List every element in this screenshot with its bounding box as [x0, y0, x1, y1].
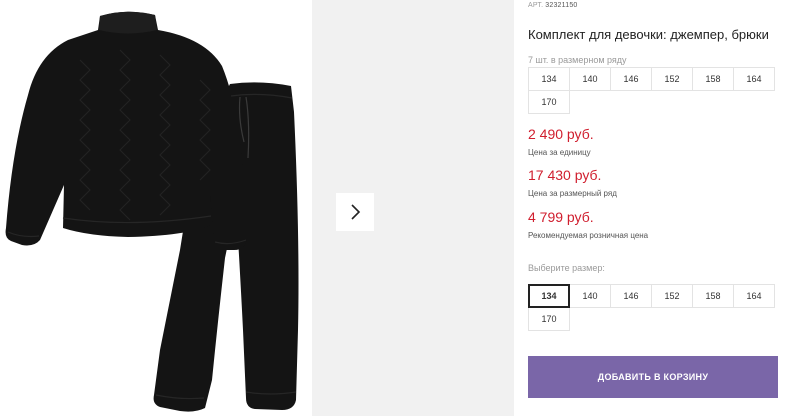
size-option[interactable]: 158 [692, 284, 734, 308]
size-picker: 134 140 146 152 158 164 170 [528, 284, 780, 331]
size-option[interactable]: 140 [569, 284, 611, 308]
size-option[interactable]: 170 [528, 307, 570, 331]
product-gallery [0, 0, 514, 416]
chevron-right-icon [351, 204, 361, 220]
article-label: АРТ. [528, 2, 544, 9]
pack-price: 17 430 руб. [528, 167, 602, 183]
knit-set-image [5, 11, 299, 412]
retail-price-note: Рекомендуемая розничная цена [528, 231, 649, 240]
size-option[interactable]: 146 [610, 284, 652, 308]
unit-price-note: Цена за единицу [528, 148, 591, 157]
choose-size-label: Выберите размер: [528, 263, 605, 273]
pack-size-cell: 164 [733, 67, 775, 91]
article-value: 32321150 [545, 2, 578, 9]
pack-label: 7 шт. в размерном ряду [528, 55, 627, 65]
size-option-selected[interactable]: 134 [528, 284, 570, 308]
retail-price: 4 799 руб. [528, 209, 594, 225]
next-photo-button[interactable] [336, 193, 374, 231]
pack-size-cell: 134 [528, 67, 570, 91]
product-title: Комплект для девочки: джемпер, брюки [528, 27, 769, 42]
collar-shape [99, 11, 157, 34]
pack-size-cell: 140 [569, 67, 611, 91]
article-number: АРТ. 32321150 [528, 2, 578, 9]
unit-price: 2 490 руб. [528, 126, 594, 142]
pack-size-grid: 134 140 146 152 158 164 170 [528, 67, 780, 114]
pack-size-cell: 170 [528, 90, 570, 114]
add-to-cart-button[interactable]: ДОБАВИТЬ В КОРЗИНУ [528, 356, 778, 398]
size-option[interactable]: 164 [733, 284, 775, 308]
pack-size-cell: 152 [651, 67, 693, 91]
pack-size-cell: 158 [692, 67, 734, 91]
pack-price-note: Цена за размерный ряд [528, 189, 617, 198]
product-photo[interactable] [0, 0, 312, 416]
pack-size-cell: 146 [610, 67, 652, 91]
size-option[interactable]: 152 [651, 284, 693, 308]
